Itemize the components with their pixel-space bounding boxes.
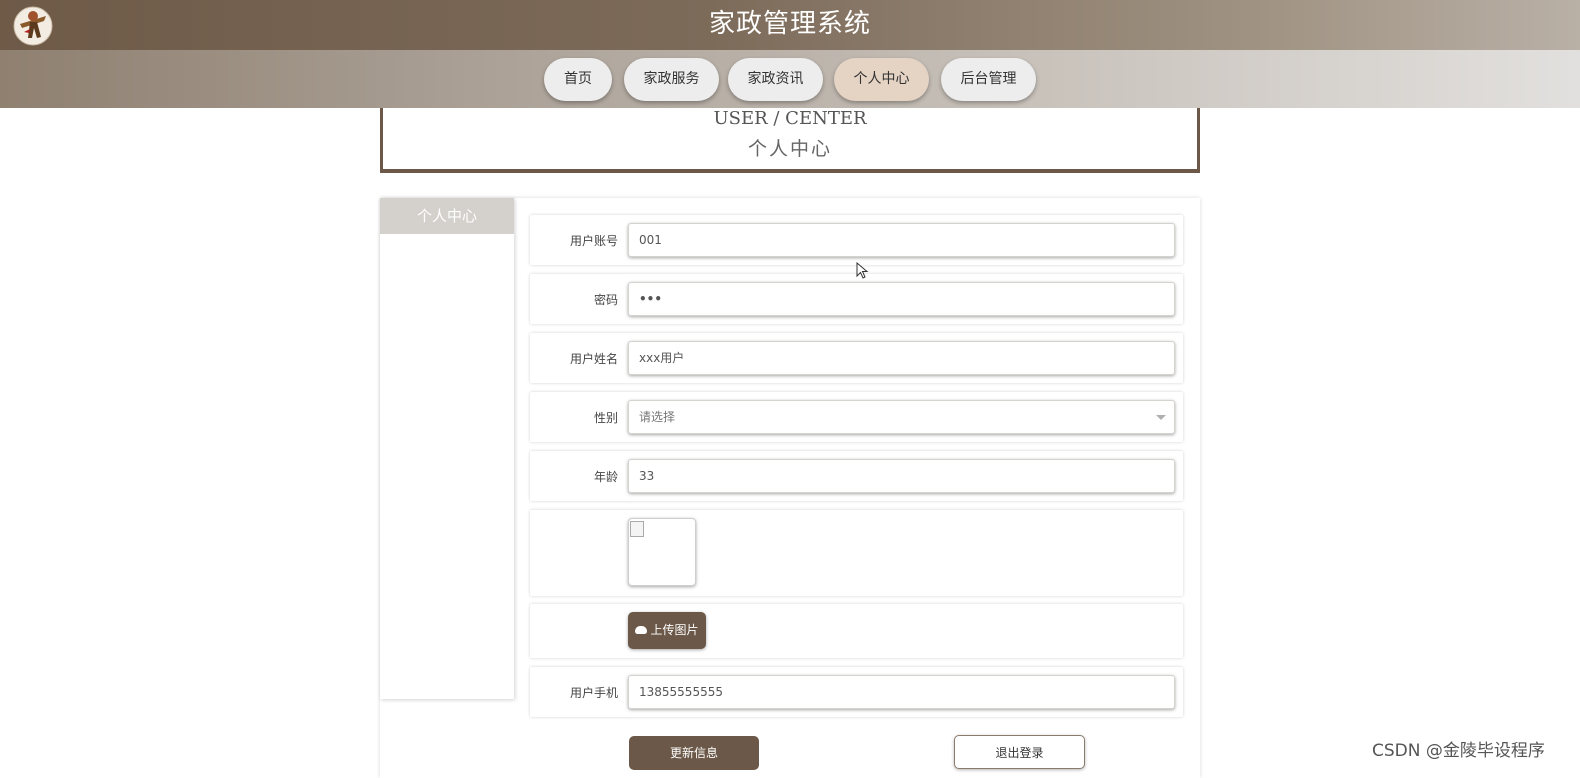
form-row-upload: 上传图片 xyxy=(530,604,1183,658)
sidebar: 个人中心 xyxy=(380,198,514,699)
nav-news[interactable]: 家政资讯 xyxy=(728,58,823,101)
form-row-name: 用户姓名 xxx用户 xyxy=(530,333,1183,383)
nav-user-center[interactable]: 个人中心 xyxy=(834,58,929,101)
main-nav: 首页 家政服务 家政资讯 个人中心 后台管理 xyxy=(0,50,1580,108)
cloud-upload-icon xyxy=(635,625,648,634)
upload-image-label: 上传图片 xyxy=(650,623,699,637)
avatar-preview[interactable] xyxy=(628,518,696,586)
password-input[interactable]: ••• xyxy=(628,282,1175,316)
phone-label: 用户手机 xyxy=(569,686,618,700)
csdn-watermark: CSDN @金陵毕设程序 xyxy=(1372,741,1545,761)
account-label: 用户账号 xyxy=(569,234,618,248)
update-info-button[interactable]: 更新信息 xyxy=(629,736,759,770)
name-label: 用户姓名 xyxy=(569,352,618,366)
broken-image-icon xyxy=(630,521,644,537)
form-row-phone: 用户手机 13855555555 xyxy=(530,667,1183,717)
password-label: 密码 xyxy=(593,293,618,307)
gender-select-value: 请选择 xyxy=(639,410,676,424)
form-row-avatar xyxy=(530,510,1183,596)
form-row-account: 用户账号 001 xyxy=(530,215,1183,265)
section-banner: USER / CENTER 个人中心 xyxy=(380,108,1200,173)
gender-label: 性别 xyxy=(593,411,618,425)
nav-admin[interactable]: 后台管理 xyxy=(941,58,1036,101)
logout-button[interactable]: 退出登录 xyxy=(954,735,1085,769)
nav-services[interactable]: 家政服务 xyxy=(624,58,719,101)
age-input[interactable]: 33 xyxy=(628,459,1175,493)
site-title: 家政管理系统 xyxy=(708,9,871,39)
nav-home[interactable]: 首页 xyxy=(544,58,612,101)
form-row-age: 年龄 33 xyxy=(530,451,1183,501)
banner-title-cn: 个人中心 xyxy=(747,138,832,160)
chevron-down-icon xyxy=(1156,415,1166,420)
upload-image-button[interactable]: 上传图片 xyxy=(628,612,706,649)
form-row-gender: 性别 请选择 xyxy=(530,392,1183,442)
top-bar: 家政管理系统 xyxy=(0,0,1580,50)
gender-select[interactable]: 请选择 xyxy=(628,400,1175,434)
banner-title-en: USER / CENTER xyxy=(713,108,867,129)
sidebar-item-user-center[interactable]: 个人中心 xyxy=(380,198,514,234)
account-input[interactable]: 001 xyxy=(628,223,1175,257)
mouse-pointer-icon xyxy=(856,262,869,279)
age-label: 年龄 xyxy=(593,470,618,484)
name-input[interactable]: xxx用户 xyxy=(628,341,1175,375)
phone-input[interactable]: 13855555555 xyxy=(628,675,1175,709)
form-row-password: 密码 ••• xyxy=(530,274,1183,324)
